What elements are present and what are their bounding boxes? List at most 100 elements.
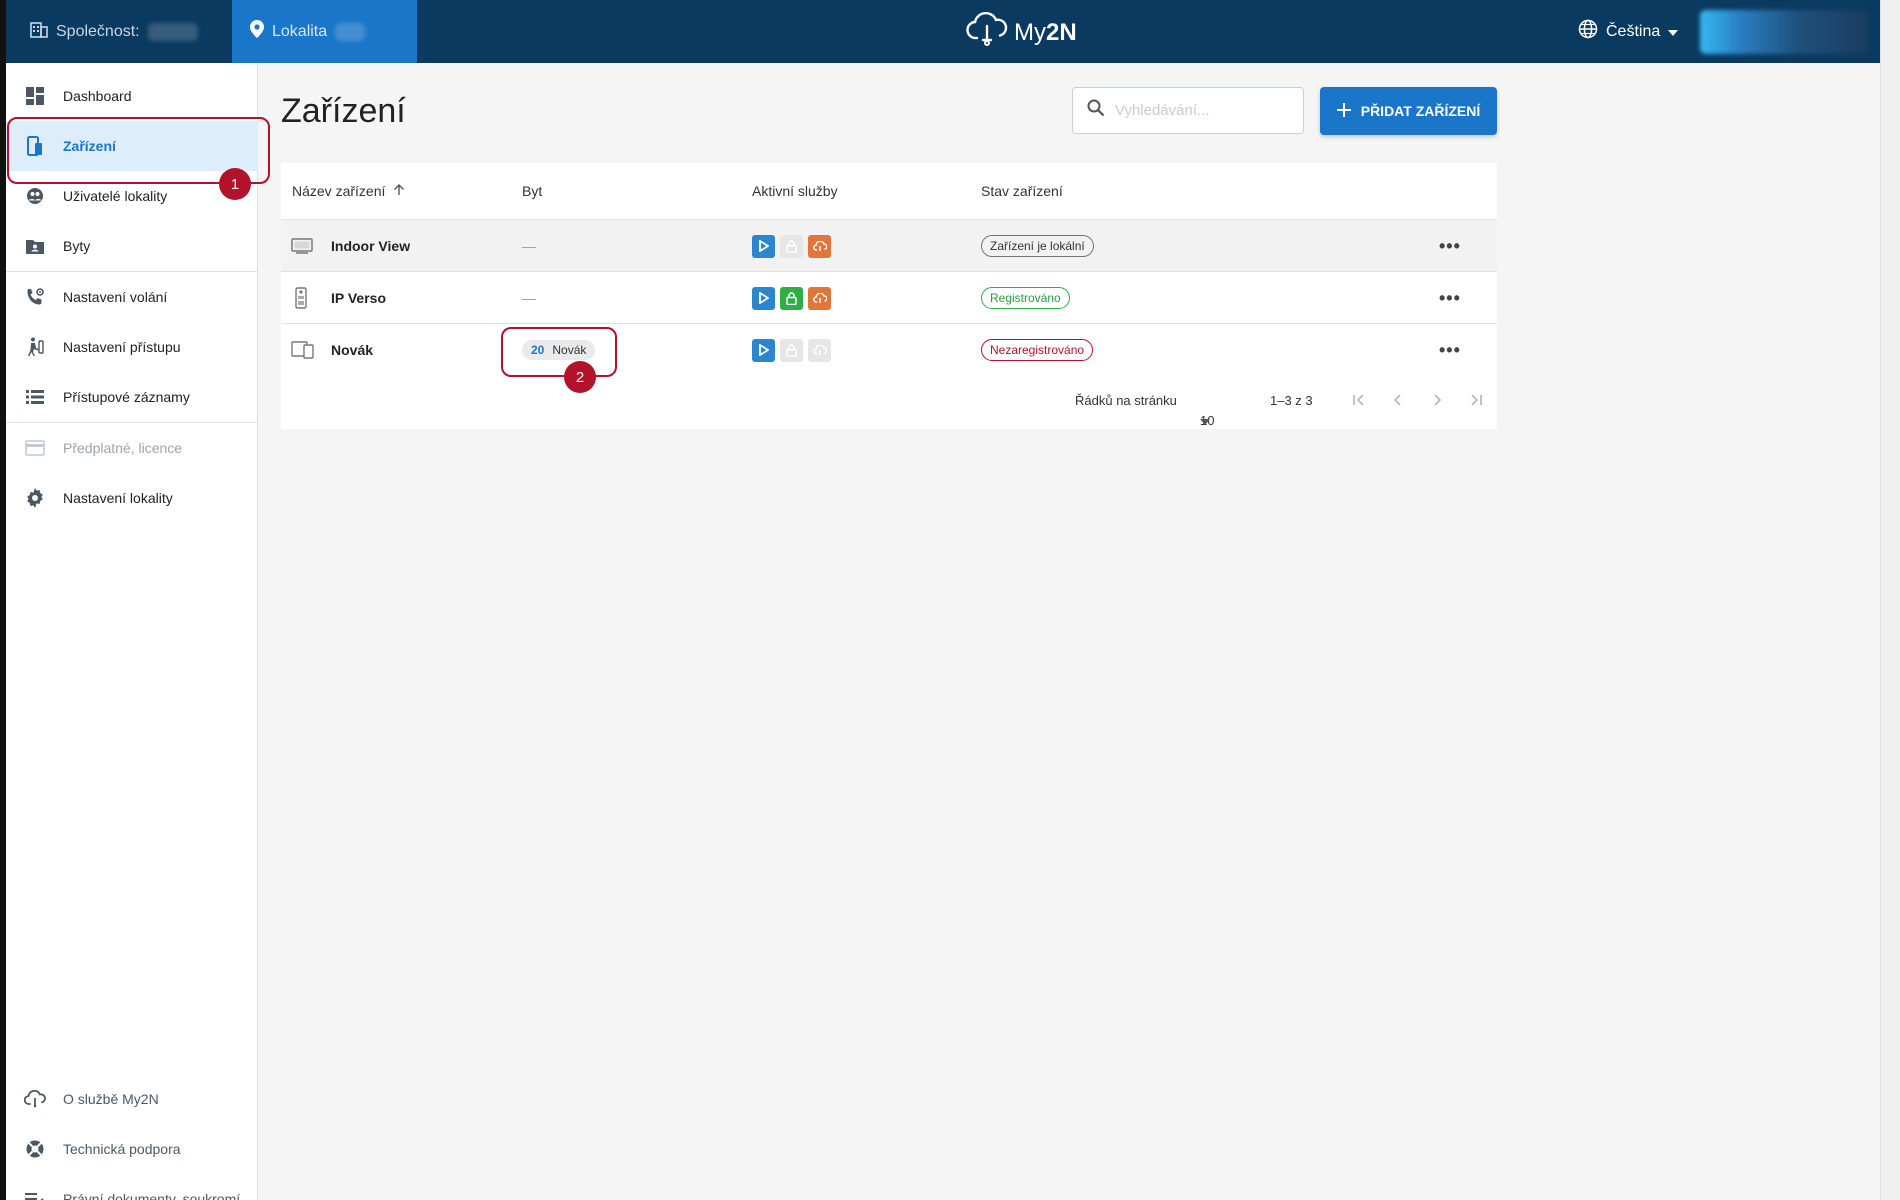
status-badge: Nezaregistrováno [981,339,1094,361]
next-page-icon[interactable] [1426,389,1448,411]
dashboard-icon [24,85,46,107]
lock-service-icon [780,234,803,258]
prev-page-icon[interactable] [1387,389,1409,411]
my2n-logo: My2N [966,11,1077,53]
location-pin-icon [250,20,264,43]
play-service-icon [752,338,775,362]
services-group [752,272,836,324]
device-name[interactable]: Novák [331,324,373,376]
sidebar-item-access-settings[interactable]: Nastavení přístupu [6,322,258,372]
last-page-icon[interactable] [1465,389,1487,411]
building-icon [30,20,48,43]
app-device-icon [291,324,315,376]
location-selector[interactable]: Lokalita [232,0,417,63]
services-group [752,324,836,376]
sidebar-item-label: Nastavení volání [63,289,168,305]
sidebar: Dashboard Zařízení Uživatelé lokality By… [6,63,258,1200]
lock-service-icon [780,338,803,362]
annotation-badge-2: 2 [564,361,596,393]
services-group [752,220,836,272]
table-row[interactable]: Novák 20 Novák Nezaregistrováno ••• [281,323,1497,375]
play-service-icon [752,286,775,310]
sort-arrow-up-icon [393,183,405,199]
sidebar-item-subscription: Předplatné, licence [6,423,258,473]
gear-icon [24,487,46,509]
sidebar-item-about-my2n[interactable]: O službě My2N [6,1074,258,1124]
indoor-view-device-icon [291,220,313,272]
caret-down-icon [1200,413,1210,428]
sidebar-item-call-settings[interactable]: Nastavení volání [6,272,258,322]
search-input[interactable] [1115,102,1285,119]
sidebar-item-tech-support[interactable]: Technická podpora [6,1124,258,1174]
sidebar-item-location-settings[interactable]: Nastavení lokality [6,473,258,523]
flat-empty: — [522,290,536,306]
status-badge: Registrováno [981,287,1070,309]
table-row[interactable]: Indoor View — Zařízení je lokální ••• [281,219,1497,271]
device-name[interactable]: Indoor View [331,220,410,272]
company-label: Společnost: [56,22,140,40]
first-page-icon[interactable] [1348,389,1370,411]
sidebar-item-label: Nastavení lokality [63,490,173,506]
column-header-status[interactable]: Stav zařízení [981,163,1063,219]
column-header-flat[interactable]: Byt [522,163,542,219]
plus-icon [1336,102,1351,120]
logo-text-2n: 2N [1046,18,1077,46]
column-header-services[interactable]: Aktivní služby [752,163,838,219]
row-more-button[interactable]: ••• [1439,324,1461,376]
row-more-button[interactable]: ••• [1439,220,1461,272]
lock-service-icon [780,286,803,310]
search-icon [1087,99,1105,122]
add-device-label: PŘIDAT ZAŘÍZENÍ [1360,103,1481,119]
ip-verso-device-icon [295,272,307,324]
sidebar-item-label: Právní dokumenty, soukromí [63,1191,241,1200]
subscription-icon [24,437,46,459]
access-log-icon [24,386,46,408]
sidebar-item-label: Přístupové záznamy [63,389,190,405]
column-header-label: Aktivní služby [752,183,838,199]
location-name-redacted [335,22,366,41]
users-icon [24,185,46,207]
page-scrollbar[interactable] [1880,0,1900,1200]
company-name-redacted [147,22,198,41]
logo-text-my: My [1014,18,1046,46]
sidebar-item-label: Technická podpora [63,1141,181,1157]
device-name[interactable]: IP Verso [331,272,386,324]
user-menu-redacted[interactable] [1700,10,1868,54]
page-range: 1–3 z 3 [1270,393,1313,408]
annotation-badge-1: 1 [219,168,251,200]
sidebar-item-legal[interactable]: Právní dokumenty, soukromí [6,1174,258,1200]
add-device-button[interactable]: PŘIDAT ZAŘÍZENÍ [1320,87,1497,135]
devices-table: Název zařízení Byt Aktivní služby Stav z… [281,163,1497,429]
sidebar-item-dashboard[interactable]: Dashboard [6,71,258,121]
sidebar-item-label: Byty [63,238,91,254]
lifebuoy-icon [24,1138,46,1160]
sidebar-item-access-log[interactable]: Přístupové záznamy [6,372,258,422]
sidebar-item-label: Nastavení přístupu [63,339,181,355]
location-label: Lokalita [272,22,328,40]
page-title: Zařízení [281,92,406,130]
top-bar: Společnost: Lokalita My2N Čeština [6,0,1880,63]
annotation-highlight-2 [501,327,617,377]
rows-per-page-label: Řádků na stránku [1075,393,1177,408]
cloud-service-icon [808,338,831,362]
flat-empty: — [522,238,536,254]
row-more-button[interactable]: ••• [1439,272,1461,324]
column-header-label: Byt [522,183,543,199]
search-box[interactable] [1072,87,1304,134]
language-selector[interactable]: Čeština [1578,0,1679,63]
cloud-logo-icon [966,11,1008,53]
globe-icon [1578,19,1598,44]
sidebar-item-label: Předplatné, licence [63,440,183,456]
table-pagination: Řádků na stránku 10 1–3 z 3 [281,373,1497,429]
sidebar-item-label: Uživatelé lokality [63,188,168,204]
cloud-icon [24,1088,46,1110]
legal-docs-icon [24,1188,46,1200]
access-settings-icon [24,336,46,358]
company-selector[interactable]: Společnost: [6,0,232,63]
cloud-service-icon [808,286,831,310]
sidebar-item-apartments[interactable]: Byty [6,221,258,271]
call-settings-icon [24,286,46,308]
column-header-label: Název zařízení [292,183,386,199]
column-header-device-name[interactable]: Název zařízení [292,163,405,219]
table-row[interactable]: IP Verso — Registrováno ••• [281,271,1497,323]
